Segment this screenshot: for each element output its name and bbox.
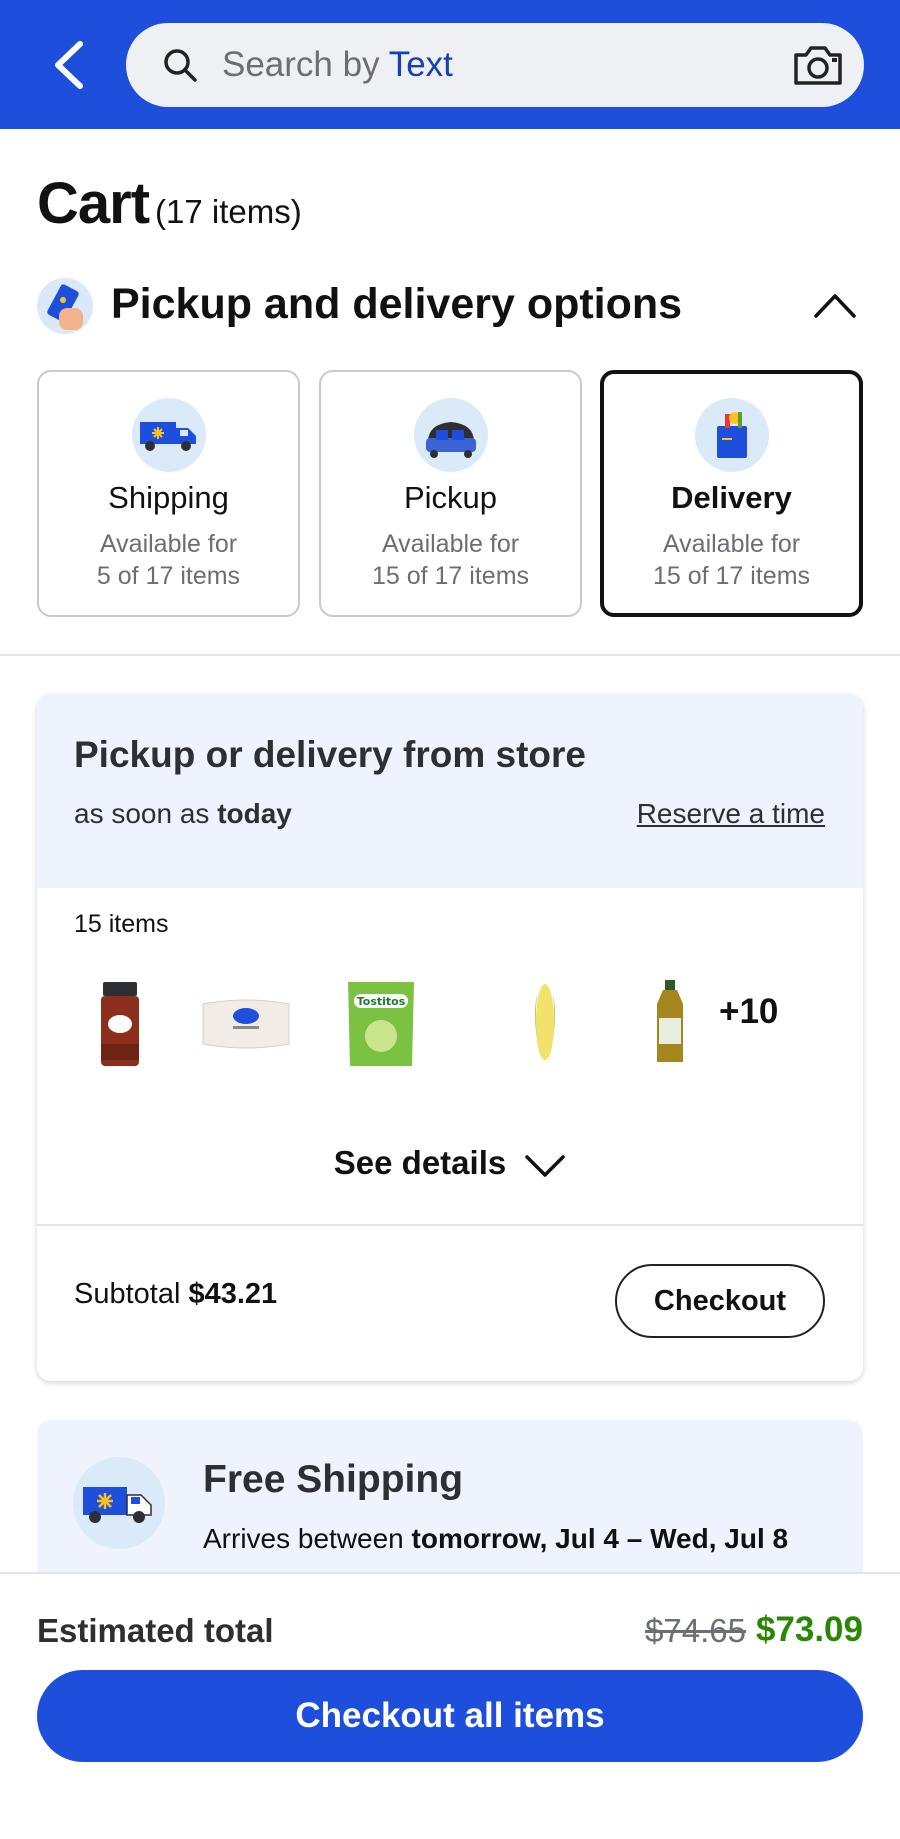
svg-text:Tostitos: Tostitos	[357, 995, 406, 1008]
option-availability-shipping: Available for 5 of 17 items	[39, 528, 298, 592]
store-subtotal: Subtotal $43.21	[74, 1278, 277, 1311]
arrival-prefix: Arrives between	[203, 1523, 412, 1554]
store-card-divider	[37, 1224, 863, 1226]
option-card-shipping[interactable]: Shipping Available for 5 of 17 items	[37, 370, 300, 617]
store-title: Pickup or delivery from store	[74, 734, 587, 775]
store-eta: as soon as today	[74, 798, 292, 830]
option-label-delivery: Delivery	[671, 480, 792, 515]
chevron-down-icon	[524, 1149, 566, 1178]
option-availability-delivery: Available for 15 of 17 items	[604, 528, 859, 592]
subtotal-value: $43.21	[188, 1278, 278, 1310]
pickup-car-icon	[413, 398, 488, 472]
option-card-delivery[interactable]: Delivery Available for 15 of 17 items	[600, 370, 863, 617]
availability-line: Available for	[381, 530, 520, 558]
product-thumb-oil[interactable]	[625, 974, 715, 1074]
see-details-label: See details	[333, 1144, 507, 1181]
cart-title: Cart (17 items)	[37, 170, 302, 237]
checkout-footer: Estimated total $74.65 $73.09 Checkout a…	[0, 1572, 900, 1839]
search-bar[interactable]: Search by Text	[126, 23, 864, 107]
availability-line: Available for	[99, 530, 238, 558]
shipping-truck-icon	[73, 1457, 165, 1549]
estimated-total-label: Estimated total	[37, 1612, 274, 1649]
subtotal-label: Subtotal	[74, 1278, 189, 1310]
chevron-up-icon[interactable]	[812, 286, 858, 322]
see-details-toggle[interactable]: See details	[37, 1144, 863, 1182]
back-arrow-icon[interactable]	[48, 38, 96, 92]
product-thumb-tostitos[interactable]: Tostitos	[336, 974, 426, 1074]
availability-count: 15 of 17 items	[371, 562, 530, 590]
availability-count: 15 of 17 items	[652, 562, 811, 590]
phone-hand-icon	[37, 278, 93, 334]
shipping-title: Free Shipping	[203, 1458, 464, 1501]
search-icon	[162, 47, 198, 83]
more-items-count: +10	[719, 992, 779, 1031]
store-eta-prefix: as soon as	[74, 798, 218, 829]
search-placeholder[interactable]: Search by Text	[222, 45, 453, 85]
arrival-dates: tomorrow, Jul 4 – Wed, Jul 8	[411, 1523, 789, 1554]
reserve-time-link[interactable]: Reserve a time	[637, 798, 825, 830]
availability-line: Available for	[662, 530, 801, 558]
store-card-header: Pickup or delivery from store as soon as…	[37, 694, 863, 888]
top-bar: Search by Text	[0, 0, 900, 129]
original-price: $74.65	[645, 1612, 746, 1649]
option-label-pickup: Pickup	[403, 480, 498, 515]
option-label-shipping: Shipping	[108, 480, 229, 515]
discounted-price: $73.09	[755, 1610, 863, 1649]
product-thumb-rice[interactable]	[201, 974, 291, 1074]
page-title: Cart	[37, 171, 150, 236]
option-availability-pickup: Available for 15 of 17 items	[321, 528, 580, 592]
store-checkout-button[interactable]: Checkout	[615, 1264, 825, 1338]
product-thumb-corn[interactable]	[499, 974, 589, 1074]
availability-count: 5 of 17 items	[96, 562, 241, 590]
options-title: Pickup and delivery options	[111, 280, 683, 328]
store-items-count: 15 items	[74, 910, 169, 938]
store-fulfillment-card: Pickup or delivery from store as soon as…	[37, 694, 863, 1381]
checkout-all-button[interactable]: Checkout all items	[37, 1670, 863, 1762]
delivery-bag-icon	[694, 398, 769, 472]
shipping-arrival: Arrives between tomorrow, Jul 4 – Wed, J…	[203, 1520, 823, 1558]
section-divider	[0, 654, 900, 656]
store-eta-day: today	[217, 798, 292, 829]
camera-icon[interactable]	[792, 43, 844, 87]
product-thumb-paprika[interactable]	[75, 974, 165, 1074]
option-card-pickup[interactable]: Pickup Available for 15 of 17 items	[319, 370, 582, 617]
shipping-truck-icon	[131, 398, 206, 472]
cart-item-count: (17 items)	[155, 193, 302, 230]
search-placeholder-highlight: Text	[388, 45, 453, 84]
